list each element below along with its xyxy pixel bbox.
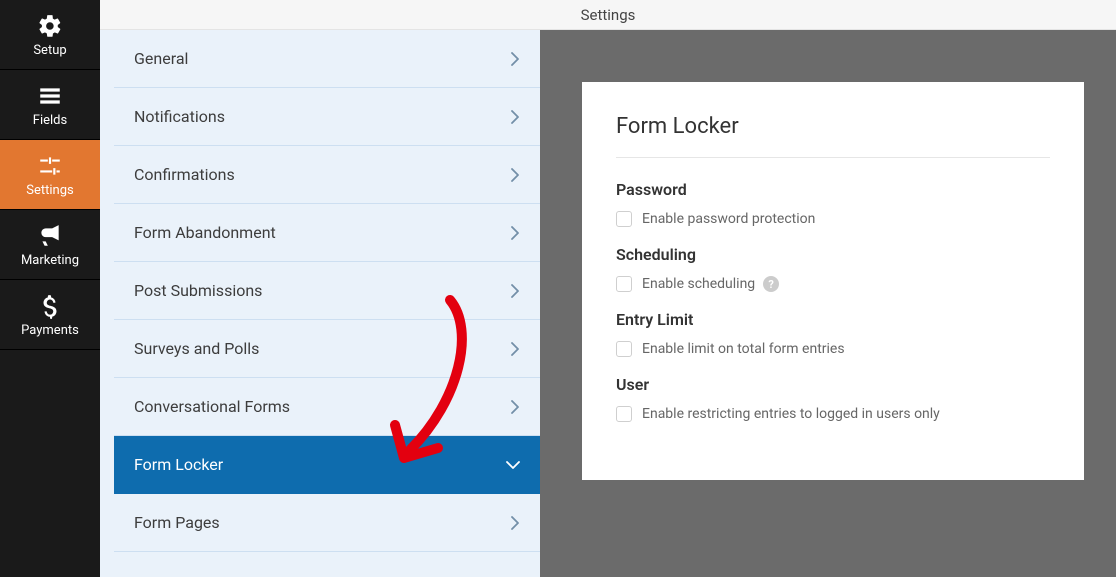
checkbox-label: Enable password protection: [642, 211, 815, 227]
password-block: Password Enable password protection: [616, 180, 1050, 227]
sliders-icon: [37, 153, 63, 179]
section-confirmations[interactable]: Confirmations: [114, 146, 540, 204]
section-label: Surveys and Polls: [134, 339, 259, 358]
enable-entry-limit-checkbox[interactable]: Enable limit on total form entries: [616, 341, 1050, 357]
checkbox-icon: [616, 276, 632, 292]
entry-limit-block: Entry Limit Enable limit on total form e…: [616, 310, 1050, 357]
chevron-right-icon: [510, 284, 520, 298]
gear-icon: [37, 13, 63, 39]
scheduling-heading: Scheduling: [616, 245, 1050, 264]
rail-label: Settings: [26, 183, 73, 198]
section-label: Form Locker: [134, 455, 223, 474]
checkbox-label: Enable scheduling: [642, 276, 755, 292]
user-heading: User: [616, 375, 1050, 394]
section-post-submissions[interactable]: Post Submissions: [114, 262, 540, 320]
section-general[interactable]: General: [114, 30, 540, 88]
checkbox-label: Enable restricting entries to logged in …: [642, 406, 940, 422]
panel-title: Form Locker: [616, 114, 1050, 158]
chevron-right-icon: [510, 168, 520, 182]
chevron-right-icon: [510, 226, 520, 240]
bullhorn-icon: [37, 223, 63, 249]
rail-payments[interactable]: Payments: [0, 280, 100, 350]
rail-label: Payments: [21, 323, 79, 338]
checkbox-icon: [616, 211, 632, 227]
chevron-right-icon: [510, 342, 520, 356]
section-label: Conversational Forms: [134, 397, 290, 416]
enable-scheduling-checkbox[interactable]: Enable scheduling ?: [616, 276, 1050, 292]
section-label: Form Abandonment: [134, 223, 276, 242]
content-area: Form Locker Password Enable password pro…: [540, 0, 1116, 577]
rail-settings[interactable]: Settings: [0, 140, 100, 210]
section-notifications[interactable]: Notifications: [114, 88, 540, 146]
form-locker-panel: Form Locker Password Enable password pro…: [582, 82, 1084, 480]
left-rail: Setup Fields Settings Marketing Payments: [0, 0, 100, 577]
section-form-pages[interactable]: Form Pages: [114, 494, 540, 552]
section-label: Form Pages: [134, 513, 220, 532]
checkbox-icon: [616, 406, 632, 422]
entry-limit-heading: Entry Limit: [616, 310, 1050, 329]
chevron-right-icon: [510, 110, 520, 124]
chevron-right-icon: [510, 52, 520, 66]
section-form-locker[interactable]: Form Locker: [114, 436, 540, 494]
section-label: Notifications: [134, 107, 225, 126]
section-label: Post Submissions: [134, 281, 262, 300]
rail-fields[interactable]: Fields: [0, 70, 100, 140]
section-surveys-polls[interactable]: Surveys and Polls: [114, 320, 540, 378]
checkbox-icon: [616, 341, 632, 357]
chevron-right-icon: [510, 516, 520, 530]
list-icon: [37, 83, 63, 109]
dollar-icon: [37, 293, 63, 319]
section-conversational-forms[interactable]: Conversational Forms: [114, 378, 540, 436]
settings-sections: General Notifications Confirmations Form…: [100, 0, 540, 577]
page-title: Settings: [581, 6, 636, 24]
rail-marketing[interactable]: Marketing: [0, 210, 100, 280]
section-label: General: [134, 49, 188, 68]
section-label: Confirmations: [134, 165, 235, 184]
chevron-right-icon: [510, 400, 520, 414]
user-block: User Enable restricting entries to logge…: [616, 375, 1050, 422]
rail-label: Fields: [33, 113, 67, 128]
rail-label: Marketing: [21, 253, 79, 268]
checkbox-label: Enable limit on total form entries: [642, 341, 845, 357]
topbar: Settings: [100, 0, 1116, 30]
password-heading: Password: [616, 180, 1050, 199]
enable-password-checkbox[interactable]: Enable password protection: [616, 211, 1050, 227]
rail-label: Setup: [33, 43, 66, 58]
section-form-abandonment[interactable]: Form Abandonment: [114, 204, 540, 262]
chevron-down-icon: [506, 460, 520, 470]
rail-setup[interactable]: Setup: [0, 0, 100, 70]
help-icon[interactable]: ?: [763, 276, 779, 292]
enable-user-restrict-checkbox[interactable]: Enable restricting entries to logged in …: [616, 406, 1050, 422]
scheduling-block: Scheduling Enable scheduling ?: [616, 245, 1050, 292]
